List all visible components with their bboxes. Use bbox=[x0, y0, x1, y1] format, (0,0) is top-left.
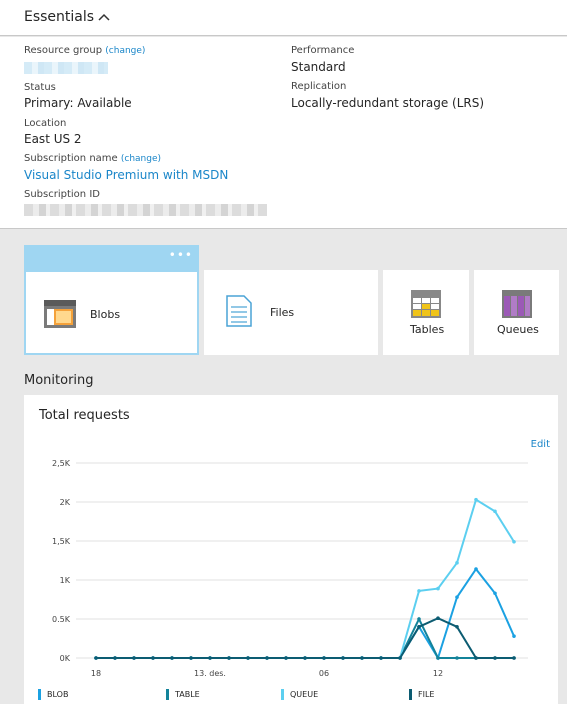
data-point-file bbox=[265, 656, 269, 660]
data-point-file bbox=[208, 656, 212, 660]
series-line-blob bbox=[96, 567, 515, 661]
data-point-blob bbox=[512, 634, 516, 638]
subscription-change-link[interactable]: (change) bbox=[121, 154, 161, 164]
x-tick-label: 13. des. bbox=[194, 669, 226, 678]
tables-tile[interactable]: Tables bbox=[383, 270, 469, 355]
data-point-file bbox=[360, 656, 364, 660]
location-value: East US 2 bbox=[24, 132, 82, 146]
x-tick-label: 06 bbox=[319, 669, 329, 678]
subscription-name-label: Subscription name (change) bbox=[24, 153, 162, 164]
performance-label: Performance bbox=[291, 45, 355, 56]
data-point-file bbox=[113, 656, 117, 660]
essentials-title: Essentials bbox=[24, 9, 95, 25]
data-point-file bbox=[94, 656, 98, 660]
data-point-queue bbox=[417, 589, 421, 593]
data-point-file bbox=[303, 656, 307, 660]
queues-tile[interactable]: Queues bbox=[474, 270, 559, 355]
data-point-table bbox=[436, 656, 440, 660]
legend-queue-swatch bbox=[281, 689, 284, 700]
subscription-id-label: Subscription ID bbox=[24, 189, 100, 200]
data-point-file bbox=[189, 656, 193, 660]
legend-blob[interactable]: BLOB bbox=[38, 689, 68, 700]
monitoring-heading: Monitoring bbox=[24, 373, 94, 388]
status-value: Primary: Available bbox=[24, 96, 132, 110]
data-point-blob bbox=[493, 591, 497, 596]
chart-title: Total requests bbox=[39, 408, 130, 423]
data-point-queue bbox=[455, 561, 459, 565]
data-point-file bbox=[170, 656, 174, 660]
data-point-table bbox=[455, 656, 459, 660]
files-label: Files bbox=[270, 306, 295, 319]
series-line-file bbox=[96, 617, 514, 659]
location-label: Location bbox=[24, 118, 67, 129]
y-tick-label: 1K bbox=[60, 576, 71, 585]
data-point-file bbox=[455, 625, 459, 629]
data-point-file bbox=[436, 616, 440, 621]
resource-group-change-link[interactable]: (change) bbox=[105, 46, 145, 56]
x-tick-label: 18 bbox=[91, 669, 101, 678]
resource-group-label: Resource group (change) bbox=[24, 45, 146, 56]
series-line-queue bbox=[96, 498, 515, 659]
blobs-label: Blobs bbox=[90, 308, 121, 321]
performance-value: Standard bbox=[291, 60, 346, 74]
legend-table-swatch bbox=[166, 689, 169, 700]
essentials-header[interactable]: Essentials bbox=[0, 0, 567, 36]
data-point-blob bbox=[455, 595, 459, 599]
data-point-queue bbox=[436, 586, 440, 591]
blobs-tile-header: ••• bbox=[24, 245, 199, 270]
file-document-icon bbox=[226, 295, 252, 327]
data-point-table bbox=[417, 617, 421, 621]
data-point-file bbox=[151, 656, 155, 660]
more-options-button[interactable]: ••• bbox=[169, 248, 193, 262]
tables-label: Tables bbox=[410, 323, 445, 336]
data-point-queue bbox=[474, 497, 478, 502]
blobs-tile[interactable]: Blobs bbox=[24, 270, 199, 355]
data-point-file bbox=[284, 656, 288, 660]
y-tick-label: 1,5K bbox=[52, 537, 71, 546]
x-tick-label: 12 bbox=[433, 669, 443, 678]
replication-label: Replication bbox=[291, 81, 347, 92]
edit-chart-link[interactable]: Edit bbox=[531, 439, 550, 450]
data-point-file bbox=[417, 625, 421, 629]
resource-group-value-redacted[interactable] bbox=[24, 62, 108, 74]
total-requests-chart-card[interactable]: 2,5K 2K 1,5K 1K 0.5K 0K 18 13. des. 06 12 Total r… bbox=[24, 395, 558, 704]
data-point-file bbox=[227, 656, 231, 660]
table-grid-icon bbox=[411, 290, 441, 318]
data-point-queue bbox=[512, 539, 516, 544]
data-point-file bbox=[322, 656, 326, 660]
data-point-file bbox=[398, 656, 402, 660]
queues-label: Queues bbox=[497, 323, 539, 336]
data-point-file bbox=[341, 656, 345, 660]
legend-table[interactable]: TABLE bbox=[166, 689, 200, 700]
blob-container-icon bbox=[44, 300, 76, 328]
queue-icon bbox=[502, 290, 532, 318]
data-point-file bbox=[474, 656, 478, 660]
subscription-name-link[interactable]: Visual Studio Premium with MSDN bbox=[24, 168, 228, 182]
legend-file[interactable]: FILE bbox=[409, 689, 434, 700]
legend-blob-swatch bbox=[38, 689, 41, 700]
data-point-file bbox=[132, 656, 136, 660]
chevron-up-icon[interactable] bbox=[97, 10, 111, 24]
y-tick-label: 2K bbox=[60, 498, 71, 507]
replication-value: Locally-redundant storage (LRS) bbox=[291, 96, 485, 110]
data-point-blob bbox=[474, 567, 478, 571]
legend-queue[interactable]: QUEUE bbox=[281, 689, 318, 700]
y-tick-label: 2,5K bbox=[52, 459, 71, 468]
data-point-file bbox=[512, 656, 516, 660]
data-point-file bbox=[379, 656, 383, 660]
data-point-queue bbox=[493, 509, 497, 514]
subscription-id-redacted bbox=[24, 204, 267, 216]
y-tick-label: 0.5K bbox=[52, 615, 71, 624]
total-requests-chart: 2,5K 2K 1,5K 1K 0.5K 0K 18 13. des. 06 12 bbox=[52, 459, 528, 678]
y-tick-label: 0K bbox=[60, 654, 71, 663]
files-tile[interactable]: Files bbox=[204, 270, 378, 355]
data-point-file bbox=[493, 656, 497, 660]
legend-file-swatch bbox=[409, 689, 412, 700]
data-point-file bbox=[246, 656, 250, 660]
status-label: Status bbox=[24, 82, 56, 93]
essentials-panel: Resource group (change) Status Primary: … bbox=[0, 37, 567, 229]
